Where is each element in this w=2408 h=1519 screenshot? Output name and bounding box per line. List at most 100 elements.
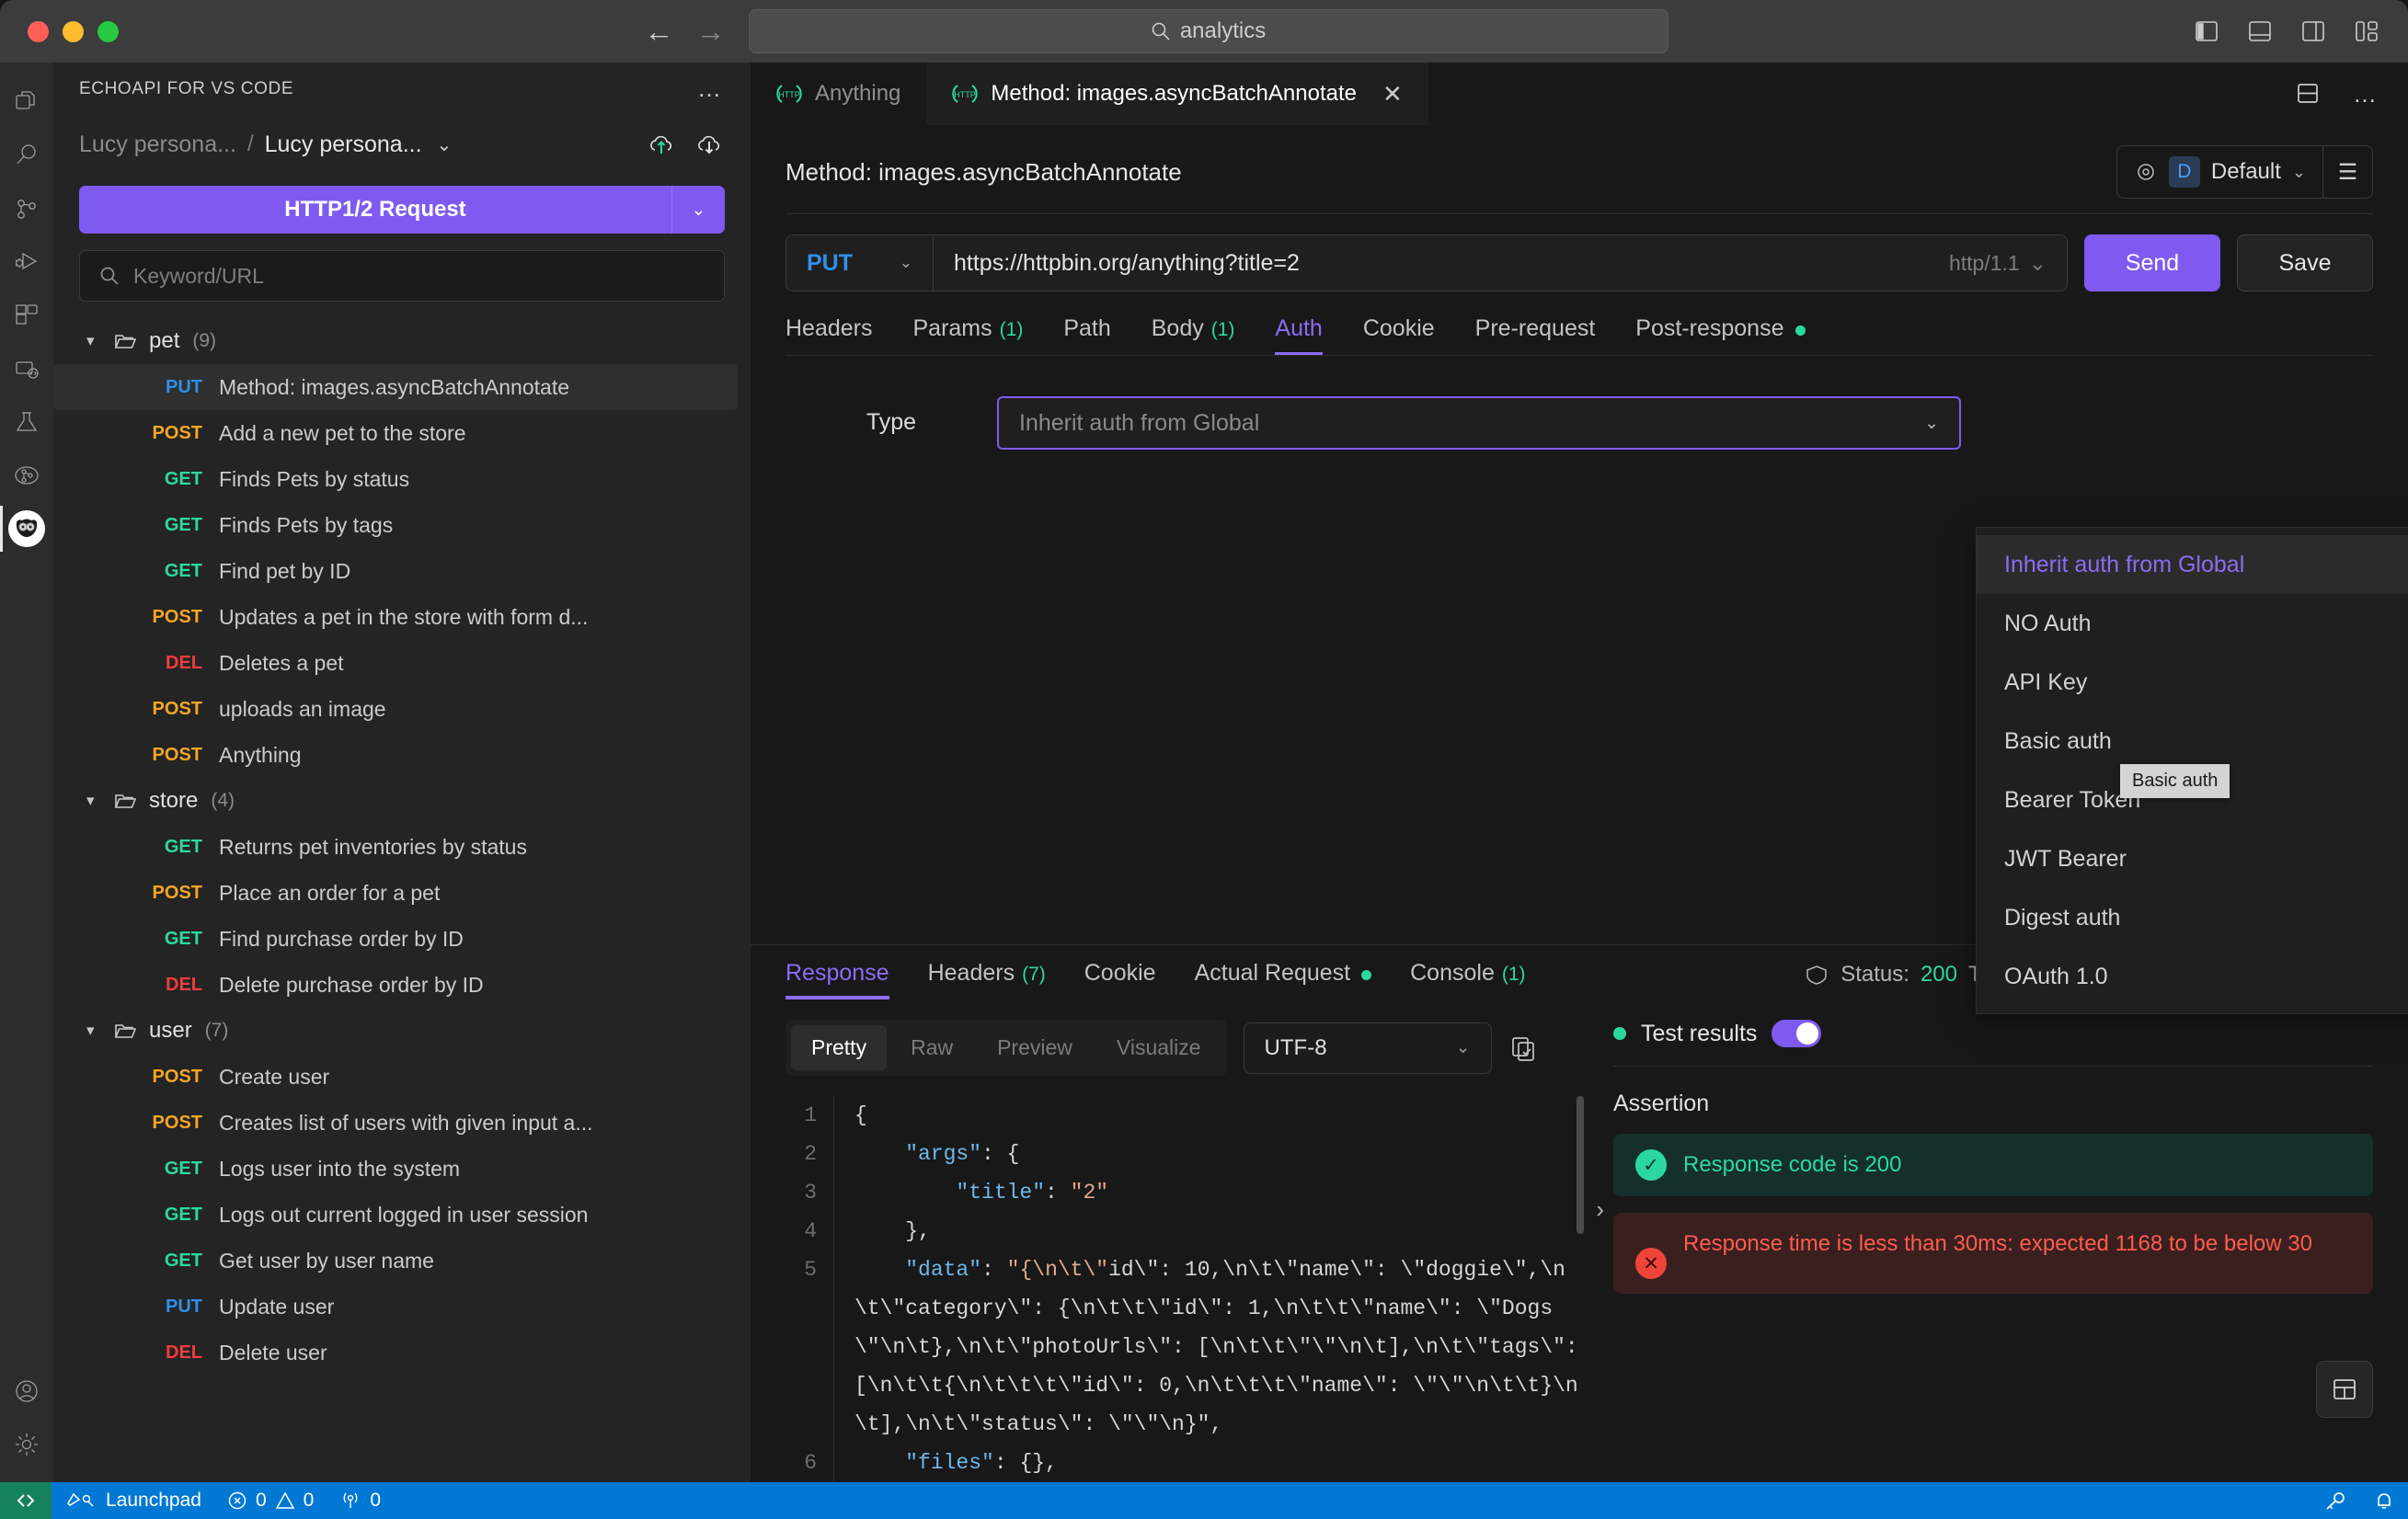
tree-item[interactable]: GET Get user by user name (53, 1238, 751, 1284)
chevron-down-icon[interactable]: ▾ (86, 332, 101, 350)
settings-gear-icon[interactable] (0, 1418, 53, 1471)
toggle-secondary-sidebar-icon[interactable] (2299, 19, 2327, 43)
tree-folder-pet[interactable]: ▾ pet (9) (53, 318, 751, 364)
customize-layout-icon[interactable] (2353, 19, 2380, 43)
auth-option-oauth-1-0[interactable]: OAuth 1.0 (1977, 947, 2408, 1006)
tree-item[interactable]: POST Creates list of users with given inp… (53, 1100, 751, 1146)
run-and-debug-icon[interactable] (0, 235, 53, 289)
tree-item[interactable]: POST Anything (53, 732, 751, 778)
request-tab-params[interactable]: Params (1) (913, 315, 1024, 355)
tree-folder-user[interactable]: ▾ user (7) (53, 1008, 751, 1054)
extensions-icon[interactable] (0, 289, 53, 342)
testing-icon[interactable] (0, 395, 53, 449)
vertical-scrollbar[interactable] (1577, 1096, 1584, 1234)
environment-inner[interactable]: D Default ⌄ (2117, 156, 2322, 188)
status-problems[interactable]: 0 0 (214, 1482, 327, 1519)
request-tab-body[interactable]: Body (1) (1152, 315, 1235, 355)
response-tab-response[interactable]: Response (785, 960, 889, 999)
tree-item[interactable]: DEL Delete user (53, 1330, 751, 1376)
auth-option-basic-auth[interactable]: Basic auth (1977, 712, 2408, 771)
url-input[interactable]: https://httpbin.org/anything?title=2 (934, 250, 1949, 277)
request-tab-auth[interactable]: Auth (1275, 315, 1324, 355)
sidebar-more-icon[interactable]: … (697, 77, 723, 100)
chevron-down-icon[interactable]: ▾ (86, 1022, 101, 1040)
tree-item[interactable]: GET Finds Pets by status (53, 456, 751, 502)
auth-option-no-auth[interactable]: NO Auth (1977, 594, 2408, 653)
tree-item[interactable]: GET Find pet by ID (53, 548, 751, 594)
chevron-down-icon[interactable]: ⌄ (437, 133, 453, 156)
response-tab-console[interactable]: Console (1) (1410, 960, 1525, 999)
tree-item[interactable]: POST Updates a pet in the store with form… (53, 594, 751, 640)
encoding-select[interactable]: UTF-8 ⌄ (1243, 1022, 1492, 1074)
tree-item[interactable]: PUT Update user (53, 1284, 751, 1330)
response-json-body[interactable]: { "args": { "title": "2" }, "data": "{\n… (833, 1096, 1578, 1482)
status-key[interactable] (2311, 1490, 2360, 1511)
status-notifications[interactable] (2360, 1490, 2408, 1512)
tree-item[interactable]: DEL Deletes a pet (53, 640, 751, 686)
api-graph-icon[interactable] (0, 449, 53, 502)
close-icon[interactable]: ✕ (1382, 80, 1403, 108)
view-mode-raw[interactable]: Raw (890, 1025, 973, 1070)
request-tab-path[interactable]: Path (1063, 315, 1110, 355)
environment-selector[interactable]: D Default ⌄ ☰ (2116, 145, 2373, 199)
tree-item[interactable]: DEL Delete purchase order by ID (53, 962, 751, 1008)
view-mode-preview[interactable]: Preview (977, 1025, 1093, 1070)
test-results-toggle[interactable] (1772, 1020, 1822, 1047)
response-code-area[interactable]: 1 2 3 4 5 6 { "args": { "title": "2" }, "data… (785, 1096, 1604, 1482)
chevron-down-icon[interactable]: ▾ (86, 792, 101, 810)
split-editor-down-icon[interactable] (2294, 81, 2322, 107)
chevron-down-icon[interactable]: ⌄ (2292, 163, 2306, 182)
response-tab-actual-request[interactable]: Actual Request (1195, 960, 1372, 999)
cloud-download-icon[interactable] (695, 131, 723, 157)
source-control-icon[interactable] (0, 182, 53, 235)
breadcrumb-parent[interactable]: Lucy persona... (79, 131, 236, 158)
tree-item[interactable]: POST uploads an image (53, 686, 751, 732)
copy-icon[interactable] (1508, 1034, 1538, 1063)
go-forward-icon[interactable]: → (695, 17, 727, 46)
go-back-icon[interactable]: ← (644, 17, 675, 46)
http-method-select[interactable]: PUT ⌄ (786, 235, 934, 291)
expand-panel-icon[interactable]: › (1596, 1195, 1604, 1224)
request-tab-cookie[interactable]: Cookie (1363, 315, 1435, 355)
view-mode-visualize[interactable]: Visualize (1096, 1025, 1221, 1070)
view-mode-pretty[interactable]: Pretty (791, 1025, 888, 1070)
response-tab-headers[interactable]: Headers (7) (928, 960, 1046, 999)
command-search-input[interactable]: analytics (748, 9, 1668, 53)
auth-option-jwt-bearer[interactable]: JWT Bearer (1977, 829, 2408, 888)
environment-menu-icon[interactable]: ☰ (2322, 146, 2372, 198)
explorer-icon[interactable] (0, 75, 53, 129)
minimize-window-button[interactable] (63, 20, 84, 42)
auth-type-select[interactable]: Inherit auth from Global ⌄ (997, 396, 1961, 450)
accounts-icon[interactable] (0, 1365, 53, 1418)
editor-tab-anything[interactable]: HTTP Anything (751, 63, 927, 125)
status-ports[interactable]: 0 (327, 1482, 394, 1519)
toggle-panel-icon[interactable] (2246, 19, 2274, 43)
close-window-button[interactable] (28, 20, 49, 42)
window-controls[interactable] (0, 20, 119, 42)
layout-panel-icon[interactable] (2316, 1361, 2373, 1418)
new-http-request-button[interactable]: HTTP1/2 Request ⌄ (79, 186, 725, 234)
toggle-primary-sidebar-icon[interactable] (2193, 19, 2220, 43)
send-button[interactable]: Send (2084, 234, 2220, 291)
request-tab-headers[interactable]: Headers (785, 315, 873, 355)
maximize-window-button[interactable] (97, 20, 119, 42)
auth-option-digest-auth[interactable]: Digest auth (1977, 888, 2408, 947)
http-version-select[interactable]: http/1.1 ⌄ (1949, 251, 2067, 276)
tree-item[interactable]: POST Place an order for a pet (53, 870, 751, 916)
request-tab-post-response[interactable]: Post-response (1635, 315, 1806, 355)
tree-item[interactable]: GET Finds Pets by tags (53, 502, 751, 548)
tree-item[interactable]: POST Create user (53, 1054, 751, 1100)
save-button[interactable]: Save (2237, 234, 2373, 291)
status-launchpad[interactable]: Launchpad (52, 1482, 214, 1519)
cloud-upload-icon[interactable] (648, 131, 675, 157)
response-tab-cookie[interactable]: Cookie (1084, 960, 1156, 999)
auth-option-inherit-auth-from-global[interactable]: Inherit auth from Global (1977, 535, 2408, 594)
editor-tab-method-images-asyncbatchannotate[interactable]: HTTP Method: images.asyncBatchAnnotate ✕ (926, 63, 1428, 125)
auth-option-api-key[interactable]: API Key (1977, 653, 2408, 712)
tree-folder-store[interactable]: ▾ store (4) (53, 778, 751, 824)
tree-item[interactable]: GET Logs out current logged in user sessi… (53, 1192, 751, 1238)
tree-item[interactable]: PUT Method: images.asyncBatchAnnotate (53, 364, 738, 410)
editor-more-icon[interactable]: … (2353, 80, 2377, 108)
remote-explorer-icon[interactable] (0, 342, 53, 395)
tree-item[interactable]: GET Returns pet inventories by status (53, 824, 751, 870)
